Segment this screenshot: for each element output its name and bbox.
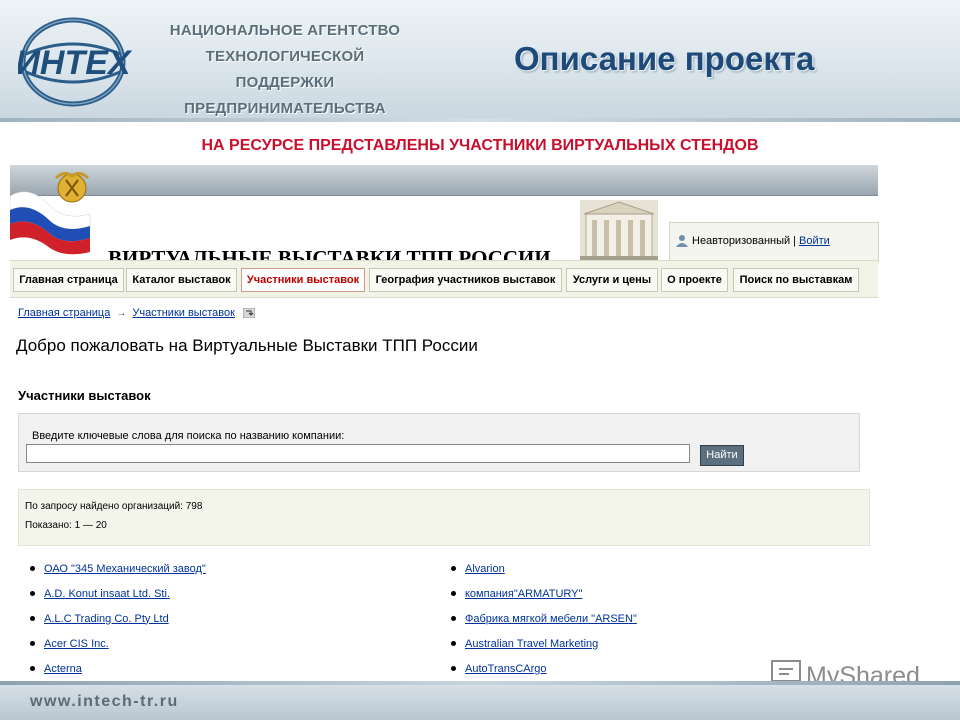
tab-geography[interactable]: География участников выставок — [369, 268, 562, 292]
bullet-icon — [451, 591, 456, 596]
list-item: Alvarion — [451, 556, 637, 581]
login-box: Неавторизованный | Войти — [669, 222, 879, 262]
list-item: Acterna — [30, 656, 206, 681]
user-icon — [676, 235, 688, 247]
org-link[interactable]: Acer CIS Inc. — [44, 633, 109, 655]
breadcrumb-arrow: → — [116, 307, 127, 319]
search-input[interactable] — [26, 444, 690, 463]
list-item: AutoTransCArgo — [451, 656, 637, 681]
breadcrumb: Главная страница → Участники выставок — [18, 307, 255, 319]
org-link[interactable]: AutoTransCArgo — [465, 658, 547, 680]
list-item: Acer CIS Inc. — [30, 631, 206, 656]
list-item: A.D. Konut insaat Ltd. Sti. — [30, 581, 206, 606]
list-item: Фабрика мягкой мебели "ARSEN" — [451, 606, 637, 631]
building-image — [580, 200, 658, 262]
search-panel: Введите ключевые слова для поиска по наз… — [18, 413, 860, 472]
org-link[interactable]: Фабрика мягкой мебели "ARSEN" — [465, 608, 637, 630]
org-link[interactable]: A.L.C Trading Co. Pty Ltd — [44, 608, 169, 630]
tab-home[interactable]: Главная страница — [13, 268, 124, 292]
welcome-heading: Добро пожаловать на Виртуальные Выставки… — [16, 336, 478, 355]
bullet-icon — [451, 641, 456, 646]
logo-text: ИНТЕХ — [18, 44, 133, 82]
bullet-icon — [30, 641, 35, 646]
tab-search[interactable]: Поиск по выставкам — [733, 268, 859, 292]
main-nav: Главная страница Каталог выставок Участн… — [10, 260, 878, 298]
breadcrumb-current[interactable]: Участники выставок — [132, 307, 235, 319]
slide-footer: www.intech-tr.ru — [0, 681, 960, 720]
org-link[interactable]: ОАО "345 Механический завод" — [44, 558, 206, 580]
bullet-icon — [30, 566, 35, 571]
list-item: компания"ARMATURY" — [451, 581, 637, 606]
results-shown: Показано: 1 — 20 — [25, 520, 107, 531]
org-list-right: Alvarion компания"ARMATURY" Фабрика мягк… — [451, 556, 637, 681]
slide-header: ИНТЕХ НАЦИОНАЛЬНОЕ АГЕНТСТВО ТЕХНОЛОГИЧЕ… — [0, 0, 960, 122]
bullet-icon — [30, 616, 35, 621]
flag-emblem-icon — [10, 171, 91, 255]
org-link[interactable]: A.D. Konut insaat Ltd. Sti. — [44, 583, 170, 605]
auth-status: Неавторизованный — [692, 234, 791, 247]
agency-line-2: ТЕХНОЛОГИЧЕСКОЙ ПОДДЕРЖКИ — [205, 48, 365, 91]
org-list-left: ОАО "345 Механический завод" A.D. Konut … — [30, 556, 206, 681]
tab-services[interactable]: Услуги и цены — [566, 268, 658, 292]
agency-line-1: НАЦИОНАЛЬНОЕ АГЕНТСТВО — [169, 22, 401, 39]
results-found: По запросу найдено организаций: 798 — [25, 501, 203, 512]
section-title: Участники выставок — [18, 388, 151, 403]
agency-name: НАЦИОНАЛЬНОЕ АГЕНТСТВО ТЕХНОЛОГИЧЕСКОЙ П… — [155, 18, 415, 122]
list-item: A.L.C Trading Co. Pty Ltd — [30, 606, 206, 631]
org-link[interactable]: Australian Travel Marketing — [465, 633, 598, 655]
bullet-icon — [451, 616, 456, 621]
login-link[interactable]: Войти — [799, 235, 830, 247]
search-button[interactable]: Найти — [700, 445, 744, 466]
bullet-icon — [451, 666, 456, 671]
bullet-icon — [451, 566, 456, 571]
tab-catalog[interactable]: Каталог выставок — [126, 268, 237, 292]
bullet-icon — [30, 591, 35, 596]
agency-line-3: ПРЕДПРИНИМАТЕЛЬСТВА — [184, 100, 386, 117]
org-link[interactable]: компания"ARMATURY" — [465, 583, 582, 605]
search-label: Введите ключевые слова для поиска по наз… — [32, 430, 345, 442]
breadcrumb-home[interactable]: Главная страница — [18, 307, 110, 319]
bullet-icon — [30, 666, 35, 671]
footer-url: www.intech-tr.ru — [30, 693, 179, 710]
org-link[interactable]: Alvarion — [465, 558, 505, 580]
footer-rule — [0, 681, 960, 685]
list-item: Australian Travel Marketing — [451, 631, 637, 656]
list-item: ОАО "345 Механический завод" — [30, 556, 206, 581]
login-separator: | — [793, 234, 797, 247]
intech-logo: ИНТЕХ — [18, 17, 133, 107]
slide-subtitle: НА РЕСУРСЕ ПРЕДСТАВЛЕНЫ УЧАСТНИКИ ВИРТУА… — [201, 137, 759, 154]
org-link[interactable]: Acterna — [44, 658, 82, 680]
site-top-bar — [10, 165, 878, 196]
rss-icon[interactable] — [242, 308, 255, 318]
tab-about[interactable]: О проекте — [661, 268, 728, 292]
slide-title: Описание проекта — [514, 40, 815, 77]
results-summary: По запросу найдено организаций: 798 Пока… — [18, 489, 870, 546]
tab-participants[interactable]: Участники выставок — [241, 268, 365, 292]
